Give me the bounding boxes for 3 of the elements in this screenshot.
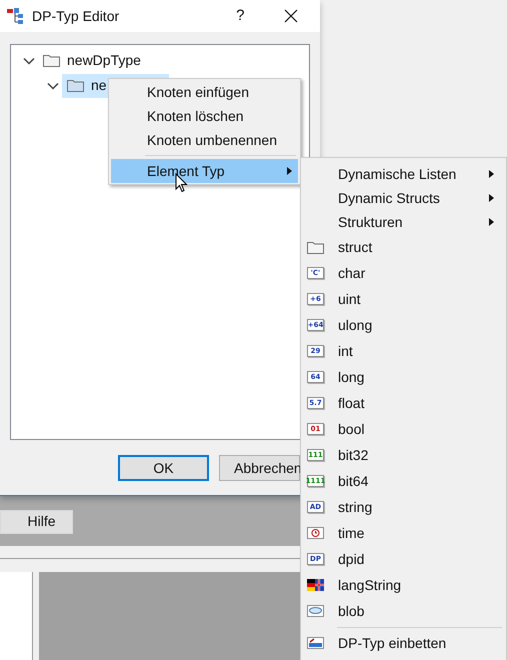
- tree-label: ne: [91, 76, 107, 95]
- tree-label: newDpType: [67, 51, 141, 70]
- window-title: DP-Typ Editor: [32, 6, 120, 26]
